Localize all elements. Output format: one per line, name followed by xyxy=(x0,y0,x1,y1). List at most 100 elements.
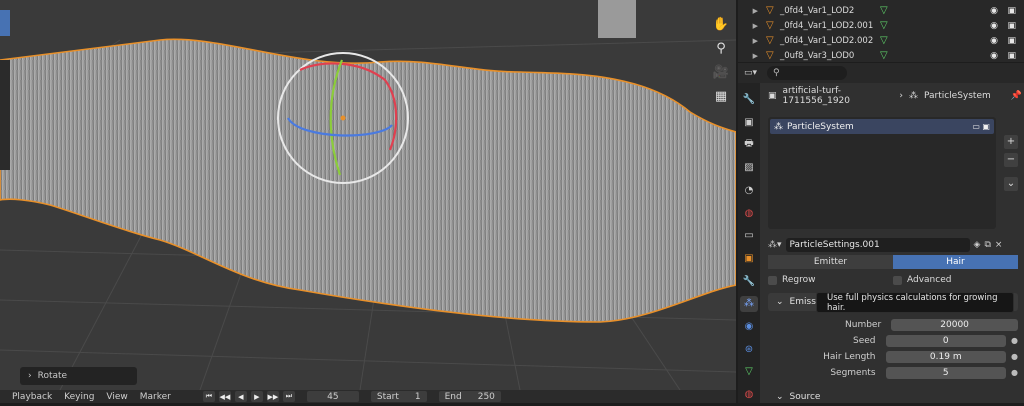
hair-options: Regrow Advanced xyxy=(768,273,1018,287)
number-row: Number 20000 xyxy=(768,318,1018,331)
physics-tab-icon[interactable]: ◉ xyxy=(740,318,758,335)
playback-controls: ⏮ ◀◀ ◀ ▶ ▶▶ ⏭ xyxy=(202,391,295,402)
mesh-data-icon: ▽ xyxy=(880,50,888,61)
turf-mesh[interactable] xyxy=(0,38,736,323)
breadcrumb-object: artificial-turf-1711556_1920 xyxy=(782,86,851,106)
expand-arrow-icon[interactable]: ▶ xyxy=(738,52,766,60)
menu-playback[interactable]: Playback xyxy=(12,392,52,402)
expand-arrow-icon[interactable]: ▶ xyxy=(738,22,766,30)
regrow-checkbox[interactable]: Regrow xyxy=(768,273,893,287)
viewport-display-icon[interactable]: ▭ ▣ xyxy=(972,122,990,131)
list-item[interactable]: ⁂ ParticleSystem ▭ ▣ xyxy=(770,119,994,134)
close-icon[interactable]: × xyxy=(995,240,1003,250)
expand-arrow-icon[interactable]: ▶ xyxy=(738,7,766,15)
hair-length-field[interactable]: 0.19 m xyxy=(885,350,1007,363)
properties-search-input[interactable]: ⚲ xyxy=(767,66,848,80)
operator-panel[interactable]: › Rotate xyxy=(20,367,137,385)
object-icon: ▽ xyxy=(766,20,774,31)
modifier-tab-icon[interactable]: 🔧 xyxy=(740,273,758,290)
seed-label: Seed xyxy=(853,335,876,346)
particles-icon[interactable]: ⁂▾ xyxy=(768,240,782,250)
start-frame-field[interactable]: Start 1 xyxy=(370,391,427,402)
particle-settings-row: ⁂▾ ParticleSettings.001 ◈ ⧉ × xyxy=(768,237,1018,253)
chevron-down-icon[interactable]: ⌄ xyxy=(1004,177,1018,191)
hand-icon[interactable]: ✋ xyxy=(711,14,731,34)
segments-field[interactable]: 5 xyxy=(885,366,1007,379)
output-tab-icon[interactable]: 🖶 xyxy=(740,136,758,153)
render-camera-icon[interactable]: ▣ xyxy=(1007,21,1016,31)
properties-header: ▭▾ ⚲ xyxy=(738,63,1024,83)
outliner-row[interactable]: ▶ ▽ _0fd4_Var1_LOD2.002 ▽ ◉ ▣ xyxy=(738,33,1024,48)
render-camera-icon[interactable]: ▣ xyxy=(1007,36,1016,46)
render-camera-icon[interactable]: ▣ xyxy=(1007,51,1016,61)
next-keyframe-icon[interactable]: ▶▶ xyxy=(266,391,279,402)
keyframe-dot-icon[interactable]: ● xyxy=(1011,336,1018,345)
number-field[interactable]: 20000 xyxy=(891,318,1018,331)
keyframe-dot-icon[interactable]: ● xyxy=(1011,368,1018,377)
prev-keyframe-icon[interactable]: ◀◀ xyxy=(218,391,231,402)
outliner-row[interactable]: ▶ ▽ _0fd4_Var1_LOD2 ▽ ◉ ▣ xyxy=(738,3,1024,18)
mesh-data-icon: ▽ xyxy=(880,20,888,31)
segments-row: Segments 5 ● xyxy=(768,366,1018,379)
render-tab-icon[interactable]: ▣ xyxy=(740,114,758,131)
end-frame-field[interactable]: End 250 xyxy=(438,391,501,402)
collection-tab-icon[interactable]: ▭ xyxy=(740,227,758,244)
object-icon: ▣ xyxy=(768,91,777,101)
expand-arrow-icon[interactable]: ▶ xyxy=(738,37,766,45)
render-camera-icon[interactable]: ▣ xyxy=(1007,6,1016,16)
type-hair-button[interactable]: Hair xyxy=(893,255,1018,269)
pin-icon[interactable]: 📌 xyxy=(1011,91,1022,101)
outliner[interactable]: ▶ ▽ _0fd4_Var1_LOD2 ▽ ◉ ▣ ▶ ▽ _0fd4_Var1… xyxy=(738,0,1024,62)
particle-settings-field[interactable]: ParticleSettings.001 xyxy=(785,238,970,252)
view-layer-tab-icon[interactable]: ▨ xyxy=(740,159,758,176)
data-tab-icon[interactable]: ▽ xyxy=(740,364,758,381)
jump-end-icon[interactable]: ⏭ xyxy=(282,391,295,402)
remove-icon[interactable]: − xyxy=(1004,153,1018,167)
scene-tab-icon[interactable]: ◔ xyxy=(740,182,758,199)
checkbox-box xyxy=(893,275,902,285)
scene-canvas[interactable] xyxy=(0,0,736,390)
constraints-tab-icon[interactable]: ⊛ xyxy=(740,341,758,358)
menu-marker[interactable]: Marker xyxy=(140,392,171,402)
menu-view[interactable]: View xyxy=(106,392,127,402)
particles-icon: ⁂ xyxy=(774,121,783,132)
play-reverse-icon[interactable]: ◀ xyxy=(234,391,247,402)
tooltip-text: Use full physics calculations for growin… xyxy=(827,292,998,313)
chevron-down-icon: ⌄ xyxy=(776,392,784,402)
current-frame-field[interactable]: 45 xyxy=(306,391,359,402)
play-icon[interactable]: ▶ xyxy=(250,391,263,402)
grid-icon[interactable]: ▦ xyxy=(711,86,731,106)
jump-start-icon[interactable]: ⏮ xyxy=(202,391,215,402)
list-item-label: ParticleSystem xyxy=(787,121,854,132)
seed-field[interactable]: 0 xyxy=(885,334,1007,347)
object-tab-icon[interactable]: ▣ xyxy=(740,250,758,267)
add-icon[interactable]: + xyxy=(1004,135,1018,149)
type-selector: Emitter Hair xyxy=(768,255,1018,269)
toolbar-active-tool[interactable] xyxy=(0,10,10,36)
particles-icon: ⁂ xyxy=(908,91,918,101)
visibility-eye-icon[interactable]: ◉ xyxy=(990,51,998,61)
particle-system-list[interactable]: ⁂ ParticleSystem ▭ ▣ xyxy=(768,117,996,229)
zoom-icon[interactable]: ⚲ xyxy=(711,38,731,58)
material-tab-icon[interactable]: ◍ xyxy=(740,386,758,403)
3d-viewport[interactable]: ✋ ⚲ 🎥 ▦ › Rotate xyxy=(0,0,736,390)
source-panel-header[interactable]: ⌄ Source xyxy=(768,388,1018,406)
keyframe-dot-icon[interactable]: ● xyxy=(1011,352,1018,361)
outliner-row[interactable]: ▶ ▽ _0fd4_Var1_LOD2.001 ▽ ◉ ▣ xyxy=(738,18,1024,33)
outliner-row[interactable]: ▶ ▽ _0uf8_Var3_LOD0 ▽ ◉ ▣ xyxy=(738,48,1024,63)
advanced-checkbox[interactable]: Advanced xyxy=(893,273,1018,287)
visibility-eye-icon[interactable]: ◉ xyxy=(990,36,998,46)
editor-type-icon[interactable]: ▭▾ xyxy=(744,68,757,78)
left-toolbar[interactable] xyxy=(0,60,10,170)
fake-user-icon[interactable]: ◈ xyxy=(974,240,981,250)
tool-tab-icon[interactable]: 🔧 xyxy=(740,91,758,108)
menu-keying[interactable]: Keying xyxy=(64,392,94,402)
camera-icon[interactable]: 🎥 xyxy=(711,62,731,82)
visibility-eye-icon[interactable]: ◉ xyxy=(990,21,998,31)
type-emitter-button[interactable]: Emitter xyxy=(768,255,893,269)
chevron-down-icon: ⌄ xyxy=(776,297,784,307)
particles-tab-icon[interactable]: ⁂ xyxy=(740,295,758,313)
world-tab-icon[interactable]: ◍ xyxy=(740,205,758,222)
visibility-eye-icon[interactable]: ◉ xyxy=(990,6,998,16)
duplicate-icon[interactable]: ⧉ xyxy=(984,240,990,250)
